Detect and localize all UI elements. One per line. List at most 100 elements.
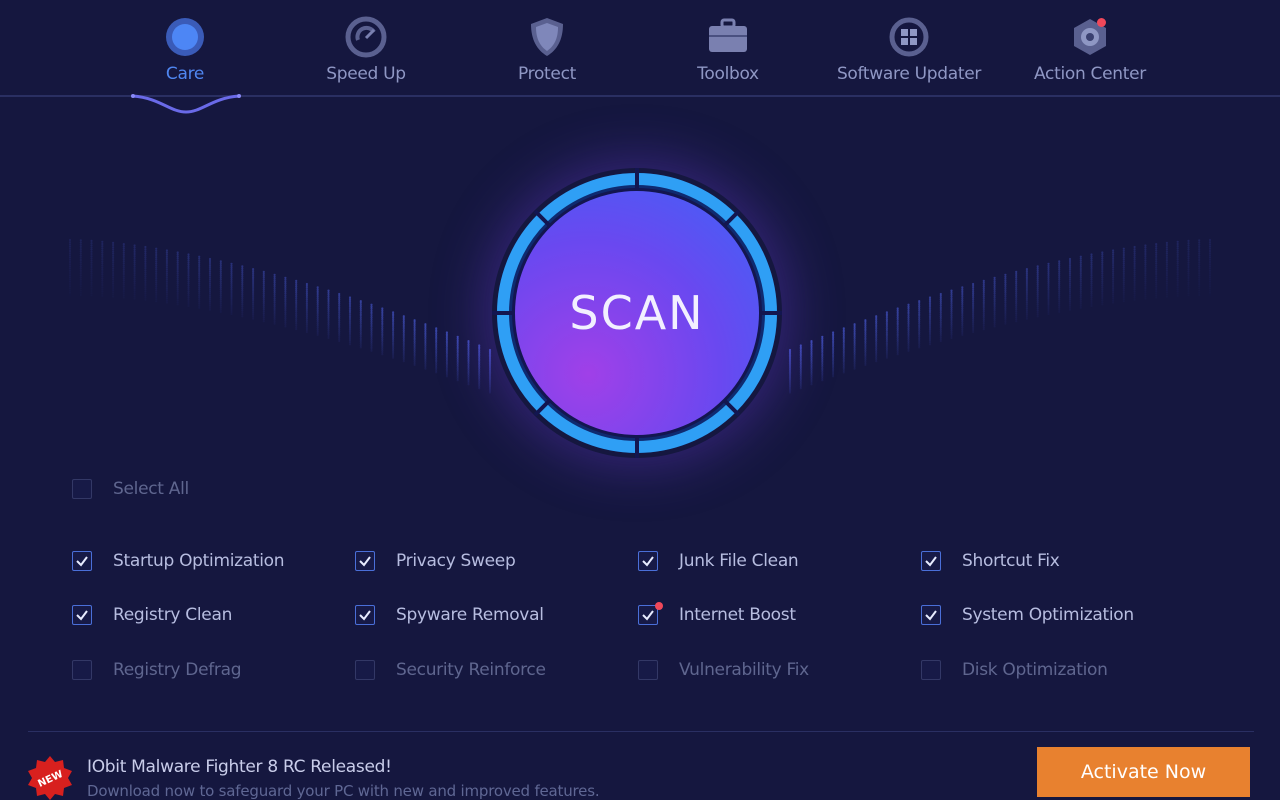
particle xyxy=(1144,293,1147,296)
checkbox-box[interactable] xyxy=(355,605,375,625)
checkbox-box[interactable] xyxy=(638,660,658,680)
activate-now-button[interactable]: Activate Now xyxy=(1037,747,1250,797)
particle xyxy=(144,286,147,289)
checkbox-spyware-removal[interactable]: Spyware Removal xyxy=(355,605,544,625)
checkbox-box[interactable] xyxy=(355,660,375,680)
checkbox-registry-defrag[interactable]: Registry Defrag xyxy=(72,660,242,680)
particle xyxy=(1058,290,1061,293)
particle xyxy=(219,278,222,281)
particle xyxy=(1004,308,1007,312)
particle xyxy=(1068,266,1072,269)
checkbox-shortcut-fix[interactable]: Shortcut Fix xyxy=(921,551,1060,571)
particle xyxy=(338,336,341,339)
particle xyxy=(208,288,212,291)
particle xyxy=(1176,242,1179,246)
checkbox-box[interactable] xyxy=(921,660,941,680)
particle xyxy=(144,252,147,255)
particle xyxy=(316,301,319,304)
particle xyxy=(1155,270,1158,273)
particle xyxy=(359,309,362,312)
checkbox-vulnerability-fix[interactable]: Vulnerability Fix xyxy=(638,660,809,680)
checkbox-box[interactable] xyxy=(921,605,941,625)
particle xyxy=(284,300,287,303)
particle xyxy=(1090,267,1093,270)
news-title[interactable]: IObit Malware Fighter 8 RC Released! xyxy=(87,757,392,777)
particle xyxy=(327,323,330,326)
particle xyxy=(327,312,330,315)
checkbox-box[interactable] xyxy=(72,479,92,499)
particle xyxy=(1165,278,1168,281)
particle xyxy=(370,349,373,352)
particle xyxy=(1112,253,1115,256)
particle xyxy=(176,251,179,254)
particle xyxy=(230,296,233,300)
checkbox-box[interactable] xyxy=(72,551,92,571)
particle xyxy=(982,293,985,296)
particle xyxy=(1144,267,1147,270)
checkbox-internet-boost[interactable]: Internet Boost xyxy=(638,602,796,625)
particle xyxy=(144,281,147,284)
checkbox-box[interactable] xyxy=(638,602,663,625)
particle xyxy=(359,342,362,345)
particle xyxy=(144,277,147,280)
particle xyxy=(1155,277,1158,280)
particle xyxy=(939,298,942,301)
particle xyxy=(252,313,255,316)
particle xyxy=(101,295,103,297)
particle xyxy=(961,330,964,333)
particle xyxy=(1187,263,1190,266)
particle xyxy=(1122,251,1125,254)
particle xyxy=(1036,299,1039,302)
particle xyxy=(165,255,168,258)
particle xyxy=(316,320,319,323)
particle xyxy=(982,326,985,329)
tab-toolbox[interactable]: Toolbox xyxy=(643,16,813,84)
scan-button[interactable]: SCAN xyxy=(492,168,782,458)
checkbox-privacy-sweep[interactable]: Privacy Sweep xyxy=(355,551,516,571)
tab-care[interactable]: Care xyxy=(100,16,270,84)
particle xyxy=(284,284,287,287)
particle xyxy=(284,309,287,312)
particle xyxy=(1068,298,1072,301)
particle xyxy=(262,280,265,283)
particle xyxy=(208,276,212,279)
checkbox-registry-clean[interactable]: Registry Clean xyxy=(72,605,232,625)
particle xyxy=(165,264,168,267)
particle xyxy=(1155,249,1158,252)
checkmark-icon xyxy=(359,556,371,567)
particle xyxy=(144,294,147,297)
checkbox-box[interactable] xyxy=(921,551,941,571)
particle xyxy=(90,239,93,242)
checkbox-junk-file-clean[interactable]: Junk File Clean xyxy=(638,551,799,571)
checkbox-system-optimization[interactable]: System Optimization xyxy=(921,605,1134,625)
checkbox-box[interactable] xyxy=(72,660,92,680)
checkbox-startup-optimization[interactable]: Startup Optimization xyxy=(72,551,285,571)
tab-action-center[interactable]: Action Center xyxy=(1005,16,1175,84)
particle xyxy=(972,292,975,295)
particle xyxy=(68,287,72,290)
particle xyxy=(338,321,341,324)
checkbox-security-reinforce[interactable]: Security Reinforce xyxy=(355,660,546,680)
particle xyxy=(101,275,104,278)
tab-software-updater[interactable]: Software Updater xyxy=(824,16,994,84)
particle xyxy=(101,240,104,243)
checkbox-disk-optimization[interactable]: Disk Optimization xyxy=(921,660,1108,680)
particle xyxy=(198,265,201,268)
particle xyxy=(284,290,287,293)
particle xyxy=(112,256,115,259)
tab-speed-up[interactable]: Speed Up xyxy=(281,16,451,84)
particle xyxy=(252,276,255,279)
particle xyxy=(122,277,125,280)
particle xyxy=(176,253,179,256)
checkbox-select-all[interactable]: Select All xyxy=(72,479,189,499)
particle xyxy=(1079,296,1082,299)
tab-protect[interactable]: Protect xyxy=(462,16,632,84)
checkbox-box[interactable] xyxy=(638,551,658,571)
checkbox-box[interactable] xyxy=(72,605,92,625)
checkbox-box[interactable] xyxy=(355,551,375,571)
top-nav: Care Speed Up Protect Toolbox Software U… xyxy=(0,0,1280,97)
particle xyxy=(1165,271,1168,275)
particle xyxy=(1047,274,1050,277)
particle xyxy=(176,303,179,306)
particle xyxy=(144,290,147,293)
